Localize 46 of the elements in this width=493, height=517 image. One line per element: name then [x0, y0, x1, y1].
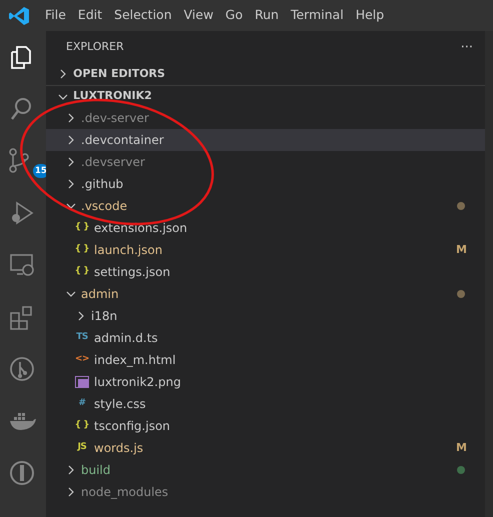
tree-item-label[interactable]: admin.d.ts — [94, 329, 158, 347]
tree-item-label[interactable]: .dev-server — [81, 109, 149, 127]
ts-file-icon: TS — [74, 331, 90, 345]
tree-item-label[interactable]: build — [81, 461, 111, 479]
tree-item-label[interactable]: .devserver — [81, 153, 145, 171]
monitor-icon[interactable] — [9, 252, 37, 278]
app-logo — [8, 6, 30, 26]
json-file-icon: { } — [74, 265, 90, 279]
git-status-label: M — [456, 242, 467, 258]
menu-item[interactable]: Go — [219, 6, 249, 25]
menu-item[interactable]: View — [178, 6, 220, 25]
tree-item-label[interactable]: style.css — [94, 395, 146, 413]
more-actions-button[interactable]: ··· — [460, 40, 473, 54]
tree-item-label[interactable]: .devcontainer — [81, 131, 164, 149]
tree-item-label[interactable]: tsconfig.json — [94, 417, 170, 435]
tree-item-label[interactable]: launch.json — [94, 241, 162, 259]
tree-item-label[interactable]: settings.json — [94, 263, 170, 281]
js-file-icon: JS — [74, 441, 90, 455]
circle-bar-icon[interactable] — [9, 460, 37, 486]
menu-item[interactable]: File — [39, 6, 72, 25]
menu-item[interactable]: Selection — [108, 6, 178, 25]
tree-item-label[interactable]: i18n — [91, 307, 118, 325]
tree-item-label[interactable]: luxtronik2.png — [94, 373, 181, 391]
menu-item[interactable]: Edit — [72, 6, 108, 25]
menu-item[interactable]: Terminal — [284, 6, 350, 25]
json-file-icon: { } — [74, 243, 90, 257]
tree-item-label[interactable]: node_modules — [81, 483, 168, 501]
css-file-icon: # — [74, 397, 90, 411]
section-header[interactable]: OPEN EDITORS — [73, 66, 166, 82]
menu-item[interactable]: Run — [248, 6, 285, 25]
branch-icon[interactable] — [9, 148, 29, 174]
image-file-icon — [75, 376, 89, 388]
menu-item[interactable]: Help — [350, 6, 390, 25]
tree-item-label[interactable]: admin — [81, 285, 119, 303]
json-file-icon: { } — [74, 419, 90, 433]
section-header[interactable]: LUXTRONIK2 — [73, 88, 152, 105]
tree-item-label[interactable]: extensions.json — [94, 219, 188, 237]
git-status-label: M — [456, 440, 467, 456]
tree-item-label[interactable]: index_m.html — [94, 351, 176, 369]
tree-item-label[interactable]: .vscode — [81, 197, 128, 215]
json-file-icon: { } — [74, 221, 90, 235]
git-graph-icon[interactable] — [9, 356, 37, 382]
sidebar-title: EXPLORER — [66, 38, 124, 55]
tree-item-label[interactable]: .github — [81, 175, 124, 193]
html-file-icon: <> — [74, 353, 90, 367]
tree-item-label[interactable]: words.js — [94, 439, 144, 457]
